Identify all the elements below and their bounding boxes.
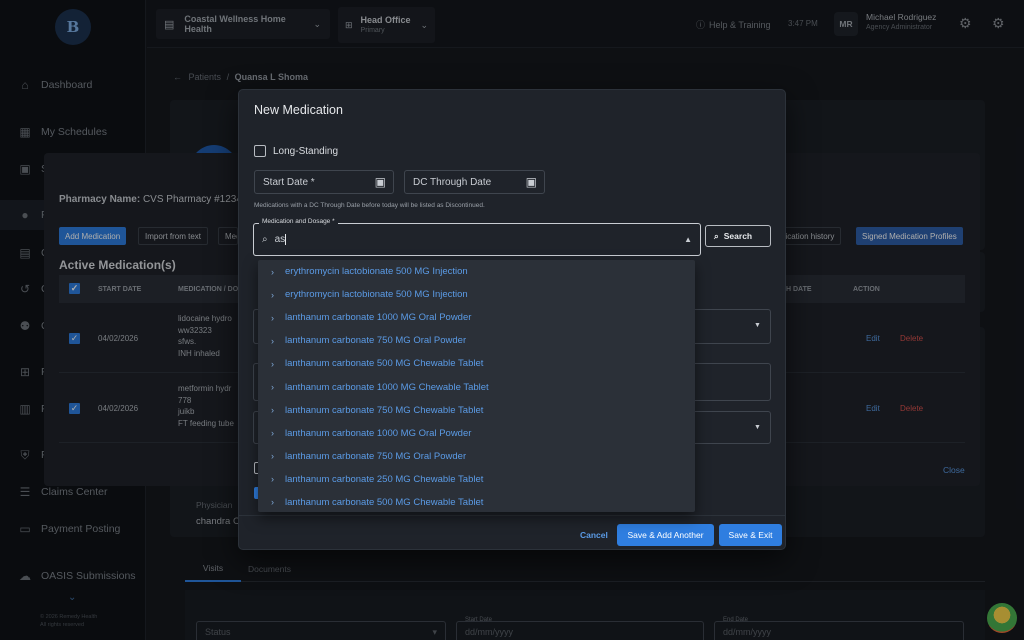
search-icon: ⌕: [262, 234, 268, 245]
long-standing-row[interactable]: Long-Standing: [254, 145, 338, 157]
chevron-right-icon: ›: [271, 428, 274, 439]
calendar-icon[interactable]: ▣: [375, 175, 386, 189]
search-button[interactable]: ⌕ Search: [705, 225, 771, 247]
medication-option[interactable]: › lanthanum carbonate 500 MG Chewable Tab…: [258, 491, 695, 512]
medication-option[interactable]: › lanthanum carbonate 750 MG Chewable Tab…: [258, 399, 695, 422]
medication-option[interactable]: › lanthanum carbonate 250 MG Chewable Tab…: [258, 468, 695, 491]
dialog-footer-divider: [239, 515, 785, 516]
chevron-right-icon: ›: [271, 266, 274, 277]
dialog-title: New Medication: [254, 103, 343, 117]
search-icon: ⌕: [714, 230, 719, 241]
chevron-right-icon: ›: [271, 289, 274, 300]
caret-up-icon[interactable]: ▲: [684, 235, 692, 244]
start-date-field[interactable]: Start Date * ▣: [254, 170, 394, 194]
chevron-right-icon: ›: [271, 358, 274, 369]
calendar-icon[interactable]: ▣: [526, 175, 537, 189]
long-standing-checkbox[interactable]: [254, 145, 266, 157]
dc-hint: Medications with a DC Through Date befor…: [254, 202, 485, 209]
chevron-right-icon: ›: [271, 312, 274, 323]
chevron-right-icon: ›: [271, 405, 274, 416]
chevron-right-icon: ›: [271, 335, 274, 346]
medication-option[interactable]: › lanthanum carbonate 500 MG Chewable Tab…: [258, 352, 695, 375]
medication-options-list: › erythromycin lactobionate 500 MG Inject…: [258, 260, 695, 512]
chevron-right-icon: ›: [271, 451, 274, 462]
caret-down-icon[interactable]: ▼: [754, 322, 761, 329]
medication-option[interactable]: › lanthanum carbonate 1000 MG Oral Powder: [258, 422, 695, 445]
chevron-right-icon: ›: [271, 497, 274, 508]
medication-option[interactable]: › lanthanum carbonate 1000 MG Oral Powder: [258, 306, 695, 329]
save-and-add-another-button[interactable]: Save & Add Another: [617, 524, 714, 546]
medication-option[interactable]: › lanthanum carbonate 750 MG Oral Powder: [258, 329, 695, 352]
medication-search-input[interactable]: ⌕ as ▲: [253, 223, 701, 256]
cancel-button[interactable]: Cancel: [580, 530, 608, 540]
medication-option[interactable]: › lanthanum carbonate 1000 MG Chewable Ta…: [258, 375, 695, 398]
medication-option[interactable]: › lanthanum carbonate 750 MG Oral Powder: [258, 445, 695, 468]
chevron-right-icon: ›: [271, 382, 274, 393]
dc-through-date-field[interactable]: DC Through Date ▣: [404, 170, 545, 194]
medication-label: Medication and Dosage *: [259, 218, 338, 225]
medication-option[interactable]: › erythromycin lactobionate 500 MG Inject…: [258, 283, 695, 306]
chevron-right-icon: ›: [271, 474, 274, 485]
medication-option[interactable]: › erythromycin lactobionate 500 MG Inject…: [258, 260, 695, 283]
save-and-exit-button[interactable]: Save & Exit: [719, 524, 782, 546]
caret-down-icon[interactable]: ▼: [754, 424, 761, 431]
